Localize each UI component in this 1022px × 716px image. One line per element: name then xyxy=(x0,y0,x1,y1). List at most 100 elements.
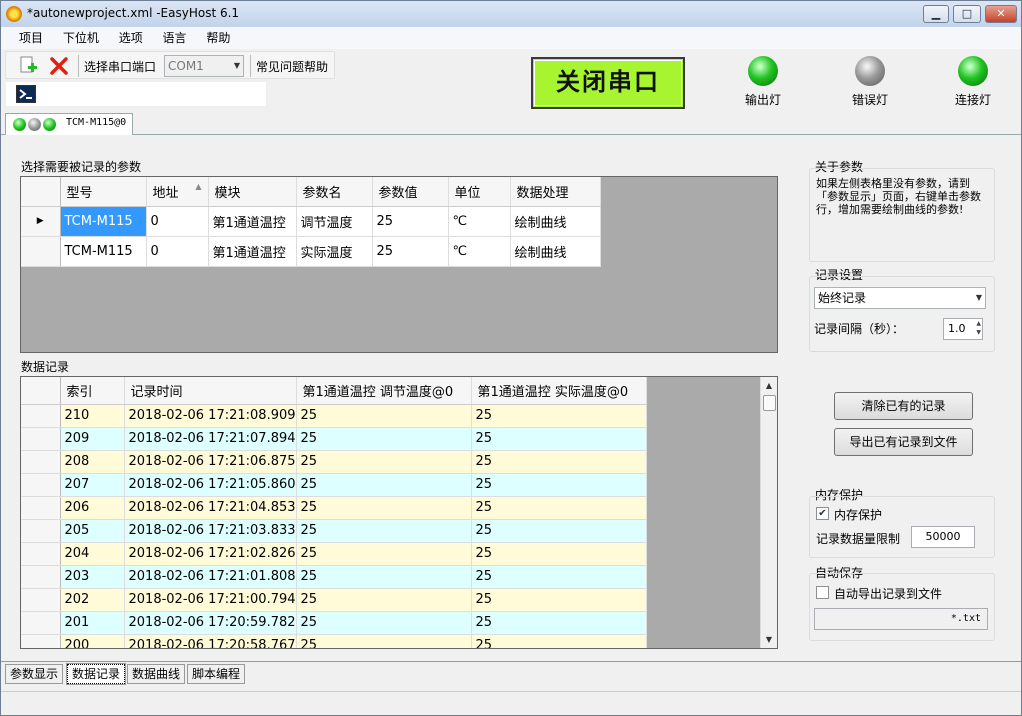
terminal-icon[interactable] xyxy=(16,85,36,103)
table-row[interactable]: 204 2018-02-06 17:21:02.826 25 25 xyxy=(21,542,647,566)
autosave-file-input[interactable]: *.txt xyxy=(814,608,988,630)
export-records-button[interactable]: 导出已有记录到文件 xyxy=(834,428,973,456)
table-cell[interactable]: 2018-02-06 17:21:02.826 xyxy=(124,542,297,566)
menu-project[interactable]: 项目 xyxy=(11,27,51,49)
table-cell[interactable]: 调节温度 xyxy=(296,206,373,237)
autosave-checkbox[interactable] xyxy=(816,586,829,599)
column-header[interactable]: 数据处理 xyxy=(510,177,601,207)
table-cell[interactable]: 2018-02-06 17:21:07.894 xyxy=(124,427,297,451)
table-cell[interactable]: 25 xyxy=(372,206,449,237)
table-cell[interactable]: 208 xyxy=(60,450,125,474)
menu-language[interactable]: 语言 xyxy=(155,27,195,49)
table-cell[interactable]: 210 xyxy=(60,404,125,428)
table-cell[interactable]: 25 xyxy=(471,611,647,635)
table-cell[interactable]: 25 xyxy=(471,450,647,474)
column-header[interactable]: 第1通道温控 调节温度@0 xyxy=(296,377,472,405)
table-cell[interactable]: 2018-02-06 17:20:59.782 xyxy=(124,611,297,635)
add-device-icon[interactable] xyxy=(18,55,40,77)
table-cell[interactable]: 25 xyxy=(471,519,647,543)
table-cell[interactable]: 25 xyxy=(296,404,472,428)
table-cell[interactable]: 25 xyxy=(471,473,647,497)
table-cell[interactable]: 25 xyxy=(296,611,472,635)
records-scrollbar[interactable]: ▲ ▼ xyxy=(760,377,777,648)
table-row[interactable]: 206 2018-02-06 17:21:04.853 25 25 xyxy=(21,496,647,520)
table-cell[interactable]: 第1通道温控 xyxy=(208,206,297,237)
table-cell[interactable]: 204 xyxy=(60,542,125,566)
close-window-button[interactable]: ✕ xyxy=(985,5,1017,23)
spin-arrows-icon[interactable]: ▲ ▼ xyxy=(976,319,981,337)
table-cell[interactable]: 2018-02-06 17:21:04.853 xyxy=(124,496,297,520)
table-cell[interactable]: 25 xyxy=(296,565,472,589)
clear-records-button[interactable]: 清除已有的记录 xyxy=(834,392,973,420)
interval-stepper[interactable]: 1.0 ▲ ▼ xyxy=(943,318,983,340)
memory-protect-checkbox[interactable]: ✔ xyxy=(816,507,829,520)
tab-data-curves[interactable]: 数据曲线 xyxy=(127,664,186,684)
scroll-thumb[interactable] xyxy=(763,395,776,411)
menu-help[interactable]: 帮助 xyxy=(198,27,238,49)
table-cell[interactable]: 2018-02-06 17:21:08.909 xyxy=(124,404,297,428)
table-row[interactable]: 201 2018-02-06 17:20:59.782 25 25 xyxy=(21,611,647,635)
table-cell[interactable]: 202 xyxy=(60,588,125,612)
maximize-button[interactable]: □ xyxy=(953,5,981,23)
table-cell[interactable]: 2018-02-06 17:21:06.875 xyxy=(124,450,297,474)
table-cell[interactable]: TCM-M115 xyxy=(60,206,147,237)
menu-device[interactable]: 下位机 xyxy=(55,27,107,49)
table-row[interactable]: 200 2018-02-06 17:20:58.767 25 25 xyxy=(21,634,647,648)
table-cell[interactable]: 25 xyxy=(471,496,647,520)
column-header[interactable]: 地址 ▲ xyxy=(146,177,209,207)
table-row[interactable]: 208 2018-02-06 17:21:06.875 25 25 xyxy=(21,450,647,474)
table-cell[interactable]: 25 xyxy=(372,236,449,267)
table-cell[interactable]: 25 xyxy=(296,427,472,451)
menu-options[interactable]: 选项 xyxy=(111,27,151,49)
table-cell[interactable]: 2018-02-06 17:21:05.860 xyxy=(124,473,297,497)
tab-data-records[interactable]: 数据记录 xyxy=(65,663,127,685)
table-cell[interactable]: 2018-02-06 17:21:00.794 xyxy=(124,588,297,612)
table-cell[interactable]: 25 xyxy=(471,542,647,566)
table-cell[interactable]: 第1通道温控 xyxy=(208,236,297,267)
table-cell[interactable]: 206 xyxy=(60,496,125,520)
table-row[interactable]: 205 2018-02-06 17:21:03.833 25 25 xyxy=(21,519,647,543)
table-cell[interactable]: 25 xyxy=(296,588,472,612)
table-cell[interactable]: 25 xyxy=(471,404,647,428)
table-cell[interactable]: 25 xyxy=(471,588,647,612)
column-header[interactable]: 型号 xyxy=(60,177,147,207)
column-header[interactable]: 模块 xyxy=(208,177,297,207)
table-cell[interactable]: 25 xyxy=(471,634,647,648)
column-header[interactable]: 索引 xyxy=(60,377,125,405)
table-cell[interactable]: 201 xyxy=(60,611,125,635)
scroll-down-icon[interactable]: ▼ xyxy=(761,631,777,648)
table-row[interactable]: 207 2018-02-06 17:21:05.860 25 25 xyxy=(21,473,647,497)
table-cell[interactable]: TCM-M115 xyxy=(60,236,147,267)
column-header[interactable]: 记录时间 xyxy=(124,377,297,405)
table-cell[interactable]: 25 xyxy=(296,496,472,520)
table-cell[interactable]: 0 xyxy=(146,236,209,267)
table-cell[interactable]: 205 xyxy=(60,519,125,543)
table-row[interactable]: 203 2018-02-06 17:21:01.808 25 25 xyxy=(21,565,647,589)
column-header[interactable]: 第1通道温控 实际温度@0 xyxy=(471,377,647,405)
table-cell[interactable]: 2018-02-06 17:20:58.767 xyxy=(124,634,297,648)
table-row[interactable]: 202 2018-02-06 17:21:00.794 25 25 xyxy=(21,588,647,612)
table-cell[interactable]: 200 xyxy=(60,634,125,648)
table-cell[interactable]: 2018-02-06 17:21:01.808 xyxy=(124,565,297,589)
table-cell[interactable]: 203 xyxy=(60,565,125,589)
tab-script[interactable]: 脚本编程 xyxy=(187,664,246,684)
table-cell[interactable]: ℃ xyxy=(448,236,511,267)
column-header[interactable]: 参数值 xyxy=(372,177,449,207)
column-header[interactable]: 单位 xyxy=(448,177,511,207)
table-cell[interactable]: 25 xyxy=(471,565,647,589)
table-cell[interactable]: 25 xyxy=(296,519,472,543)
scroll-up-icon[interactable]: ▲ xyxy=(761,377,777,394)
table-cell[interactable]: 绘制曲线 xyxy=(510,206,601,237)
table-cell[interactable]: 25 xyxy=(296,634,472,648)
delete-device-icon[interactable] xyxy=(48,55,70,77)
table-cell[interactable]: 25 xyxy=(296,542,472,566)
tab-param-display[interactable]: 参数显示 xyxy=(5,664,64,684)
table-cell[interactable]: 25 xyxy=(296,450,472,474)
faq-help-button[interactable]: 常见问题帮助 xyxy=(256,58,328,75)
table-row[interactable]: TCM-M115 0 第1通道温控 实际温度 25 ℃ 绘制曲线 xyxy=(21,236,601,267)
port-select[interactable]: COM1 ▼ xyxy=(164,55,244,77)
table-cell[interactable]: 25 xyxy=(296,473,472,497)
record-limit-input[interactable]: 50000 xyxy=(911,526,975,548)
table-cell[interactable]: 2018-02-06 17:21:03.833 xyxy=(124,519,297,543)
table-cell[interactable]: 0 xyxy=(146,206,209,237)
